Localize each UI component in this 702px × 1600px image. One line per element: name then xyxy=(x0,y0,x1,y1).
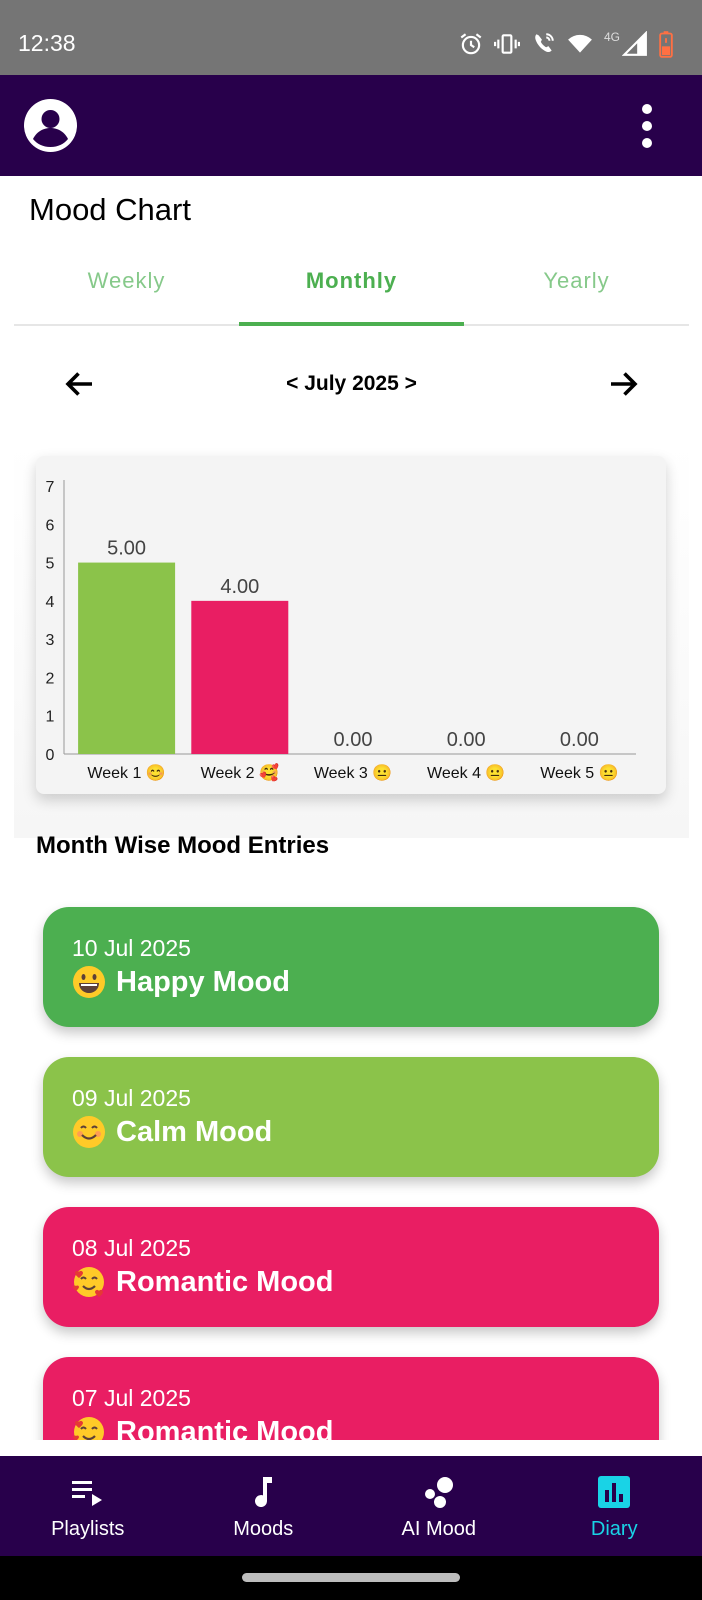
y-tick-label: 2 xyxy=(46,670,55,687)
chart-svg: 0 1 2 3 4 5 6 7 5.00 Week 1 😊 4.00 Week 2 🥰 0.00 Week… xyxy=(46,479,636,782)
smiling-face-with-hearts-icon xyxy=(73,1417,104,1440)
bar-value-label: 5.00 xyxy=(107,538,146,560)
battery-icon xyxy=(659,31,673,58)
chart-bar xyxy=(191,600,289,754)
month-navigation: < July 2025 > xyxy=(14,350,689,420)
signal-icon xyxy=(622,31,647,56)
entry-mood: Calm Mood xyxy=(72,1115,272,1149)
nav-item-playlists[interactable]: Playlists xyxy=(0,1456,176,1556)
entry-mood: Romantic Mood xyxy=(72,1265,334,1299)
bar-value-label: 0.00 xyxy=(447,729,486,751)
x-tick-label: Week 2 🥰 xyxy=(201,763,279,782)
more-options-icon[interactable] xyxy=(640,103,654,149)
bar-value-label: 4.00 xyxy=(220,576,259,598)
entry-date: 07 Jul 2025 xyxy=(72,1385,191,1411)
x-tick-label: Week 5 😐 xyxy=(540,764,618,782)
network-label: 4G xyxy=(603,30,620,44)
y-tick-label: 7 xyxy=(46,479,55,496)
mood-entry-card[interactable]: 10 Jul 2025 Happy Mood xyxy=(43,907,659,1027)
y-tick-label: 3 xyxy=(46,632,55,649)
entry-date: 08 Jul 2025 xyxy=(72,1235,191,1261)
bottom-navigation: Playlists Moods AI Mood Diary xyxy=(0,1456,702,1556)
current-period-label: < July 2025 > xyxy=(286,372,417,395)
smiling-face-icon xyxy=(73,1116,105,1148)
alarm-icon xyxy=(460,33,482,55)
vibrate-icon xyxy=(493,34,520,54)
mood-entry-card[interactable]: 09 Jul 2025 Calm Mood xyxy=(43,1057,659,1177)
system-navigation-bar xyxy=(0,1556,702,1600)
tab-monthly[interactable]: Monthly xyxy=(239,250,464,326)
mood-entry-card[interactable]: 08 Jul 2025 Romantic Mood xyxy=(43,1207,659,1327)
arrow-right-icon[interactable] xyxy=(605,366,641,402)
grinning-face-icon xyxy=(73,966,105,998)
smiling-face-with-hearts-icon xyxy=(73,1267,104,1297)
entries-section-title: Month Wise Mood Entries xyxy=(36,832,330,859)
nav-item-diary[interactable]: Diary xyxy=(527,1456,702,1556)
y-tick-label: 0 xyxy=(46,747,55,764)
nav-label: AI Mood xyxy=(401,1518,476,1540)
y-tick-label: 6 xyxy=(46,517,55,534)
bubbles-icon xyxy=(424,1477,453,1508)
y-tick-label: 5 xyxy=(46,556,55,573)
chart-bar xyxy=(78,562,176,754)
entry-mood-label: Romantic Mood xyxy=(116,1265,334,1298)
mood-bar-chart: 0 1 2 3 4 5 6 7 5.00 Week 1 😊 4.00 Week 2 🥰 0.00 Week… xyxy=(36,456,666,794)
mood-entries-list: 10 Jul 2025 Happy Mood 09 Jul 2025 Calm … xyxy=(0,880,702,1440)
home-gesture-pill[interactable] xyxy=(242,1573,460,1582)
tab-yearly[interactable]: Yearly xyxy=(464,250,689,324)
entry-mood: Happy Mood xyxy=(72,965,290,999)
mood-entry-card[interactable]: 07 Jul 2025 Romantic Mood xyxy=(43,1357,659,1440)
entry-mood-label: Romantic Mood xyxy=(116,1415,334,1441)
wifi-icon xyxy=(568,34,592,53)
entry-date: 09 Jul 2025 xyxy=(72,1085,191,1111)
app-bar xyxy=(0,75,702,176)
entry-mood-label: Calm Mood xyxy=(116,1115,273,1148)
x-tick-label: Week 1 😊 xyxy=(87,764,165,782)
entry-mood-label: Happy Mood xyxy=(116,965,290,998)
chart-section: 0 1 2 3 4 5 6 7 5.00 Week 1 😊 4.00 Week 2 🥰 0.00 Week… xyxy=(14,440,689,838)
nav-label: Playlists xyxy=(51,1518,125,1540)
nav-item-moods[interactable]: Moods xyxy=(176,1456,352,1556)
bar-chart-icon xyxy=(598,1476,631,1508)
y-tick-label: 4 xyxy=(46,594,55,611)
bar-value-label: 0.00 xyxy=(334,729,373,751)
x-tick-label: Week 3 😐 xyxy=(314,764,392,782)
music-note-icon xyxy=(255,1477,273,1508)
tab-weekly[interactable]: Weekly xyxy=(14,250,239,324)
period-tabs: Weekly Monthly Yearly xyxy=(14,250,689,326)
entry-mood: Romantic Mood xyxy=(72,1415,334,1440)
status-bar: 12:38 4G xyxy=(0,0,702,75)
profile-avatar-icon[interactable] xyxy=(24,99,77,152)
status-icons: 4G xyxy=(458,28,674,60)
x-tick-label: Week 4 😐 xyxy=(427,764,505,782)
nav-label: Diary xyxy=(590,1518,638,1540)
wifi-call-icon xyxy=(535,33,554,53)
nav-label: Moods xyxy=(233,1518,294,1540)
y-tick-label: 1 xyxy=(46,709,55,726)
entry-date: 10 Jul 2025 xyxy=(72,935,191,961)
status-time: 12:38 xyxy=(18,30,76,56)
bar-value-label: 0.00 xyxy=(560,729,599,751)
playlist-icon xyxy=(71,1481,102,1506)
page-title: Mood Chart xyxy=(29,192,191,227)
nav-item-ai-mood[interactable]: AI Mood xyxy=(351,1456,527,1556)
